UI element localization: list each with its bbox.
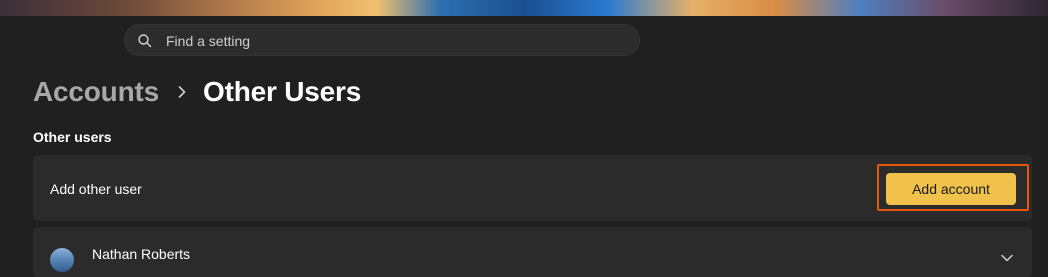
user-name: Nathan Roberts xyxy=(92,246,191,262)
page-title: Other Users xyxy=(202,76,362,107)
chevron-down-icon[interactable] xyxy=(1000,251,1014,265)
search-placeholder: Find a setting xyxy=(166,33,251,49)
breadcrumb-parent[interactable]: Accounts xyxy=(33,76,159,108)
search-input[interactable]: Find a setting xyxy=(124,24,640,56)
search-icon xyxy=(137,33,153,49)
add-other-user-label: Add other user xyxy=(50,181,142,197)
section-title: Other users xyxy=(33,129,112,145)
add-account-button[interactable]: Add account xyxy=(886,173,1016,205)
user-list-item[interactable]: Nathan Roberts xyxy=(33,227,1032,277)
avatar xyxy=(50,248,74,272)
breadcrumb: Accounts Other Users xyxy=(33,74,361,110)
wallpaper-strip xyxy=(0,0,1048,16)
chevron-right-icon xyxy=(175,85,189,99)
